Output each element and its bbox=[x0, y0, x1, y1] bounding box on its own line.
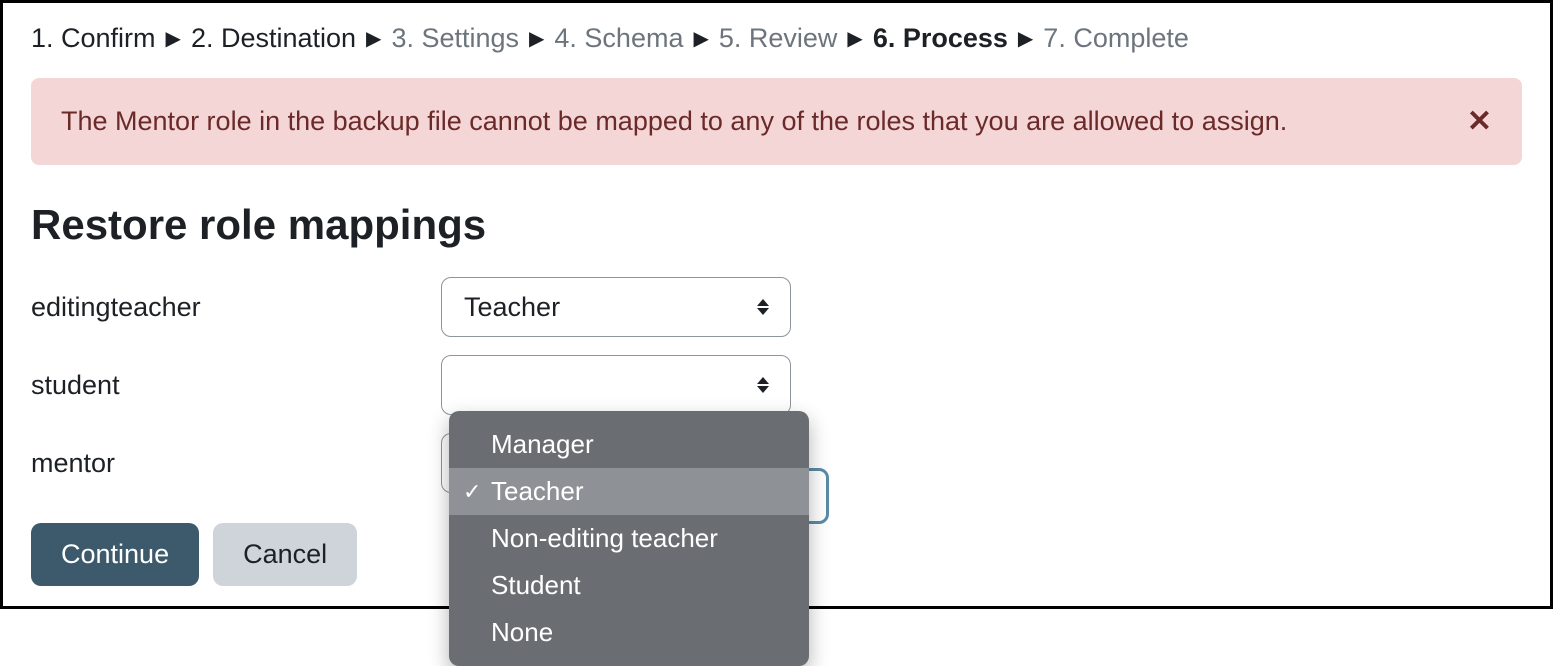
breadcrumb-sep-icon: ▶ bbox=[1018, 26, 1033, 51]
select-value-editingteacher: Teacher bbox=[464, 292, 560, 323]
breadcrumb: 1. Confirm ▶ 2. Destination ▶ 3. Setting… bbox=[31, 23, 1522, 54]
alert-banner: The Mentor role in the backup file canno… bbox=[31, 78, 1522, 165]
check-icon: ✓ bbox=[463, 479, 481, 505]
dropdown-option-student[interactable]: Student bbox=[449, 562, 809, 609]
dropdown-option-label: Teacher bbox=[491, 476, 584, 507]
breadcrumb-step-confirm[interactable]: 1. Confirm bbox=[31, 23, 156, 54]
mapping-label-editingteacher: editingteacher bbox=[31, 292, 441, 323]
dropdown-option-label: Manager bbox=[491, 429, 594, 460]
dropdown-menu: Manager ✓ Teacher Non-editing teacher St… bbox=[449, 411, 809, 666]
dropdown-option-manager[interactable]: Manager bbox=[449, 421, 809, 468]
close-icon[interactable]: ✕ bbox=[1467, 107, 1492, 137]
dropdown-option-label: Non-editing teacher bbox=[491, 523, 718, 554]
mapping-row-student: student bbox=[31, 355, 1522, 415]
breadcrumb-sep-icon: ▶ bbox=[166, 26, 181, 51]
alert-message: The Mentor role in the backup file canno… bbox=[61, 106, 1287, 137]
dropdown-option-none[interactable]: None bbox=[449, 609, 809, 656]
breadcrumb-step-complete[interactable]: 7. Complete bbox=[1043, 23, 1189, 54]
mapping-label-student: student bbox=[31, 370, 441, 401]
breadcrumb-sep-icon: ▶ bbox=[847, 26, 862, 51]
select-editingteacher[interactable]: Teacher bbox=[441, 277, 791, 337]
select-box-editingteacher[interactable]: Teacher bbox=[441, 277, 791, 337]
page-container: 1. Confirm ▶ 2. Destination ▶ 3. Setting… bbox=[31, 23, 1522, 586]
mapping-row-editingteacher: editingteacher Teacher bbox=[31, 277, 1522, 337]
breadcrumb-sep-icon: ▶ bbox=[693, 26, 708, 51]
breadcrumb-step-settings[interactable]: 3. Settings bbox=[391, 23, 519, 54]
breadcrumb-step-destination[interactable]: 2. Destination bbox=[191, 23, 356, 54]
breadcrumb-sep-icon: ▶ bbox=[366, 26, 381, 51]
select-box-student[interactable] bbox=[441, 355, 791, 415]
breadcrumb-sep-icon: ▶ bbox=[529, 26, 544, 51]
cancel-button[interactable]: Cancel bbox=[213, 523, 357, 586]
dropdown-option-label: Student bbox=[491, 570, 581, 601]
continue-button[interactable]: Continue bbox=[31, 523, 199, 586]
mapping-label-mentor: mentor bbox=[31, 448, 441, 479]
dropdown-option-teacher[interactable]: ✓ Teacher bbox=[449, 468, 809, 515]
breadcrumb-step-schema[interactable]: 4. Schema bbox=[554, 23, 683, 54]
dropdown-option-nonediting[interactable]: Non-editing teacher bbox=[449, 515, 809, 562]
breadcrumb-step-review[interactable]: 5. Review bbox=[719, 23, 838, 54]
dropdown-option-label: None bbox=[491, 617, 553, 648]
breadcrumb-step-process[interactable]: 6. Process bbox=[873, 23, 1008, 54]
select-student[interactable] bbox=[441, 355, 791, 415]
page-title: Restore role mappings bbox=[31, 201, 1522, 249]
